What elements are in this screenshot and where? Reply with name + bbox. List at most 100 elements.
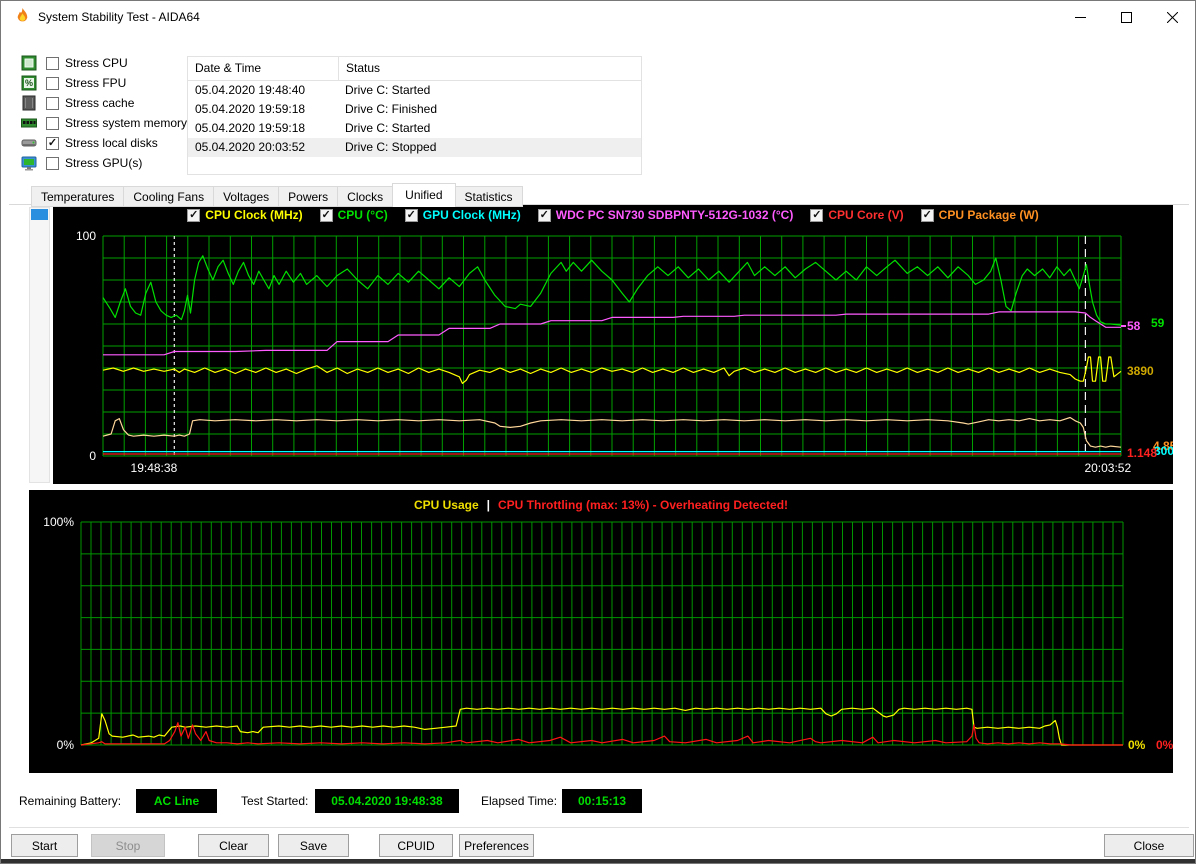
stress-checkbox[interactable] bbox=[46, 116, 59, 130]
svg-text:100%: 100% bbox=[43, 515, 74, 529]
legend-checkbox[interactable]: ✓ bbox=[404, 208, 418, 222]
legend-item: ✓ CPU Core (V) bbox=[810, 208, 904, 222]
svg-text:%: % bbox=[25, 78, 33, 88]
tab-powers[interactable]: Powers bbox=[278, 186, 339, 207]
test-log-table: Date & Time Status 05.04.2020 19:48:40 Dr… bbox=[187, 56, 642, 175]
legend-label: CPU (°C) bbox=[337, 208, 388, 222]
tab-statistics[interactable]: Statistics bbox=[454, 186, 523, 207]
status-label: Elapsed Time: bbox=[481, 794, 558, 808]
stress-checkbox[interactable] bbox=[46, 156, 59, 170]
tab-bar: Temperatures Cooling Fans Voltages Powers Cl… bbox=[31, 183, 523, 207]
start-button[interactable]: Start bbox=[11, 834, 78, 857]
unified-chart: 100019:48:3820:03:52585938904.853001.148 bbox=[76, 229, 1177, 475]
svg-text:19:48:38: 19:48:38 bbox=[131, 461, 178, 475]
memory-icon bbox=[21, 115, 37, 131]
svg-text:100: 100 bbox=[76, 229, 96, 243]
cpuid-button[interactable]: CPUID bbox=[379, 834, 453, 857]
button-separator bbox=[9, 827, 1189, 828]
table-header: Date & Time Status bbox=[188, 57, 641, 81]
stress-option-label: Stress GPU(s) bbox=[65, 156, 143, 170]
stress-checkbox[interactable] bbox=[46, 76, 59, 90]
svg-text:1.148: 1.148 bbox=[1127, 446, 1157, 460]
status-value-box: 00:15:13 bbox=[562, 789, 642, 813]
chart-title-part: | bbox=[486, 498, 490, 512]
stress-option-label: Stress local disks bbox=[65, 136, 158, 150]
legend-item: ✓ CPU (°C) bbox=[319, 208, 388, 222]
legend-checkbox[interactable]: ✓ bbox=[537, 208, 551, 222]
stress-checkbox[interactable] bbox=[46, 96, 59, 110]
stress-option-label: Stress cache bbox=[65, 96, 135, 110]
svg-text:0%: 0% bbox=[1128, 738, 1146, 752]
titlebar: System Stability Test - AIDA64 bbox=[1, 1, 1195, 33]
stress-option-row: Stress system memory bbox=[21, 113, 187, 133]
table-row[interactable]: 05.04.2020 20:03:52 Drive C: Stopped bbox=[188, 138, 641, 157]
app-window: System Stability Test - AIDA64 Stress CP… bbox=[0, 0, 1196, 864]
cell-status: Drive C: Finished bbox=[345, 102, 438, 116]
table-row[interactable]: 05.04.2020 19:48:40 Drive C: Started bbox=[188, 81, 641, 100]
cell-status: Drive C: Started bbox=[345, 121, 431, 135]
table-row[interactable]: 05.04.2020 19:59:18 Drive C: Finished bbox=[188, 100, 641, 119]
legend-label: CPU Core (V) bbox=[828, 208, 904, 222]
legend-checkbox[interactable]: ✓ bbox=[187, 208, 201, 222]
status-value-box: AC Line bbox=[136, 789, 217, 813]
legend-item: ✓ WDC PC SN730 SDBPNTY-512G-1032 (°C) bbox=[537, 208, 794, 222]
minimize-button[interactable] bbox=[1057, 1, 1103, 33]
chart-title-part: CPU Throttling (max: 13%) - Overheating … bbox=[498, 498, 789, 512]
close-button[interactable] bbox=[1149, 1, 1195, 33]
legend-checkbox[interactable]: ✓ bbox=[810, 208, 824, 222]
cell-datetime: 05.04.2020 19:59:18 bbox=[195, 121, 306, 135]
stress-option-label: Stress CPU bbox=[65, 56, 128, 70]
stress-option-row: % Stress FPU bbox=[21, 73, 126, 93]
legend-label: CPU Clock (MHz) bbox=[205, 208, 303, 222]
stress-option-row: ✓ Stress local disks bbox=[21, 133, 158, 153]
svg-text:59: 59 bbox=[1151, 316, 1165, 330]
close-button[interactable]: Close bbox=[1104, 834, 1194, 857]
stress-option-row: Stress GPU(s) bbox=[21, 153, 142, 173]
chart-scrollbar[interactable] bbox=[29, 207, 50, 483]
stress-option-row: Stress cache bbox=[21, 93, 134, 113]
cpu-usage-chart: 100% 0% 0% 0% bbox=[43, 515, 1173, 752]
stress-checkbox[interactable]: ✓ bbox=[46, 136, 59, 150]
cache-icon bbox=[21, 95, 37, 111]
stop-button: Stop bbox=[91, 834, 165, 857]
legend-checkbox[interactable]: ✓ bbox=[920, 208, 934, 222]
cell-status: Drive C: Stopped bbox=[345, 140, 437, 154]
aida64-flame-icon bbox=[14, 8, 31, 25]
cell-datetime: 05.04.2020 19:48:40 bbox=[195, 83, 306, 97]
cell-datetime: 05.04.2020 19:59:18 bbox=[195, 102, 306, 116]
window-controls bbox=[1057, 1, 1195, 33]
tab-clocks[interactable]: Clocks bbox=[337, 186, 394, 207]
preferences-button[interactable]: Preferences bbox=[459, 834, 534, 857]
maximize-button[interactable] bbox=[1103, 1, 1149, 33]
cell-status: Drive C: Started bbox=[345, 83, 431, 97]
legend-checkbox[interactable]: ✓ bbox=[319, 208, 333, 222]
svg-text:0%: 0% bbox=[1156, 738, 1173, 752]
cell-datetime: 05.04.2020 20:03:52 bbox=[195, 140, 306, 154]
legend-label: WDC PC SN730 SDBPNTY-512G-1032 (°C) bbox=[555, 208, 794, 222]
stress-option-label: Stress system memory bbox=[65, 116, 188, 130]
column-header-status[interactable]: Status bbox=[338, 57, 641, 80]
scrollbar-thumb[interactable] bbox=[31, 209, 48, 220]
svg-text:20:03:52: 20:03:52 bbox=[1084, 461, 1131, 475]
legend-item: ✓ CPU Package (W) bbox=[920, 208, 1039, 222]
cpu-usage-chart-panel: CPU Usage | CPU Throttling (max: 13%) - Ov… bbox=[29, 490, 1174, 773]
tab-voltages[interactable]: Voltages bbox=[213, 186, 280, 207]
stress-option-label: Stress FPU bbox=[65, 76, 127, 90]
svg-text:58: 58 bbox=[1127, 319, 1141, 333]
save-button[interactable]: Save bbox=[278, 834, 349, 857]
stress-checkbox[interactable] bbox=[46, 56, 59, 70]
disk-icon bbox=[21, 135, 37, 151]
unified-chart-panel: ✓ CPU Clock (MHz) ✓ CPU (°C) ✓ GPU Clock (MHz… bbox=[53, 205, 1177, 484]
svg-text:3890: 3890 bbox=[1127, 364, 1154, 378]
tab-unified[interactable]: Unified bbox=[392, 183, 456, 207]
clear-button[interactable]: Clear bbox=[198, 834, 269, 857]
table-row[interactable]: 05.04.2020 19:59:18 Drive C: Started bbox=[188, 119, 641, 138]
tab-cooling-fans[interactable]: Cooling Fans bbox=[123, 186, 215, 207]
cpu-usage-chart-title: CPU Usage | CPU Throttling (max: 13%) - Ov… bbox=[29, 498, 1173, 512]
column-header-datetime[interactable]: Date & Time bbox=[188, 57, 338, 80]
tab-temperatures[interactable]: Temperatures bbox=[31, 186, 125, 207]
status-value-box: 05.04.2020 19:48:38 bbox=[315, 789, 459, 813]
legend-label: CPU Package (W) bbox=[938, 208, 1039, 222]
svg-text:0%: 0% bbox=[57, 738, 75, 752]
legend-item: ✓ CPU Clock (MHz) bbox=[187, 208, 303, 222]
